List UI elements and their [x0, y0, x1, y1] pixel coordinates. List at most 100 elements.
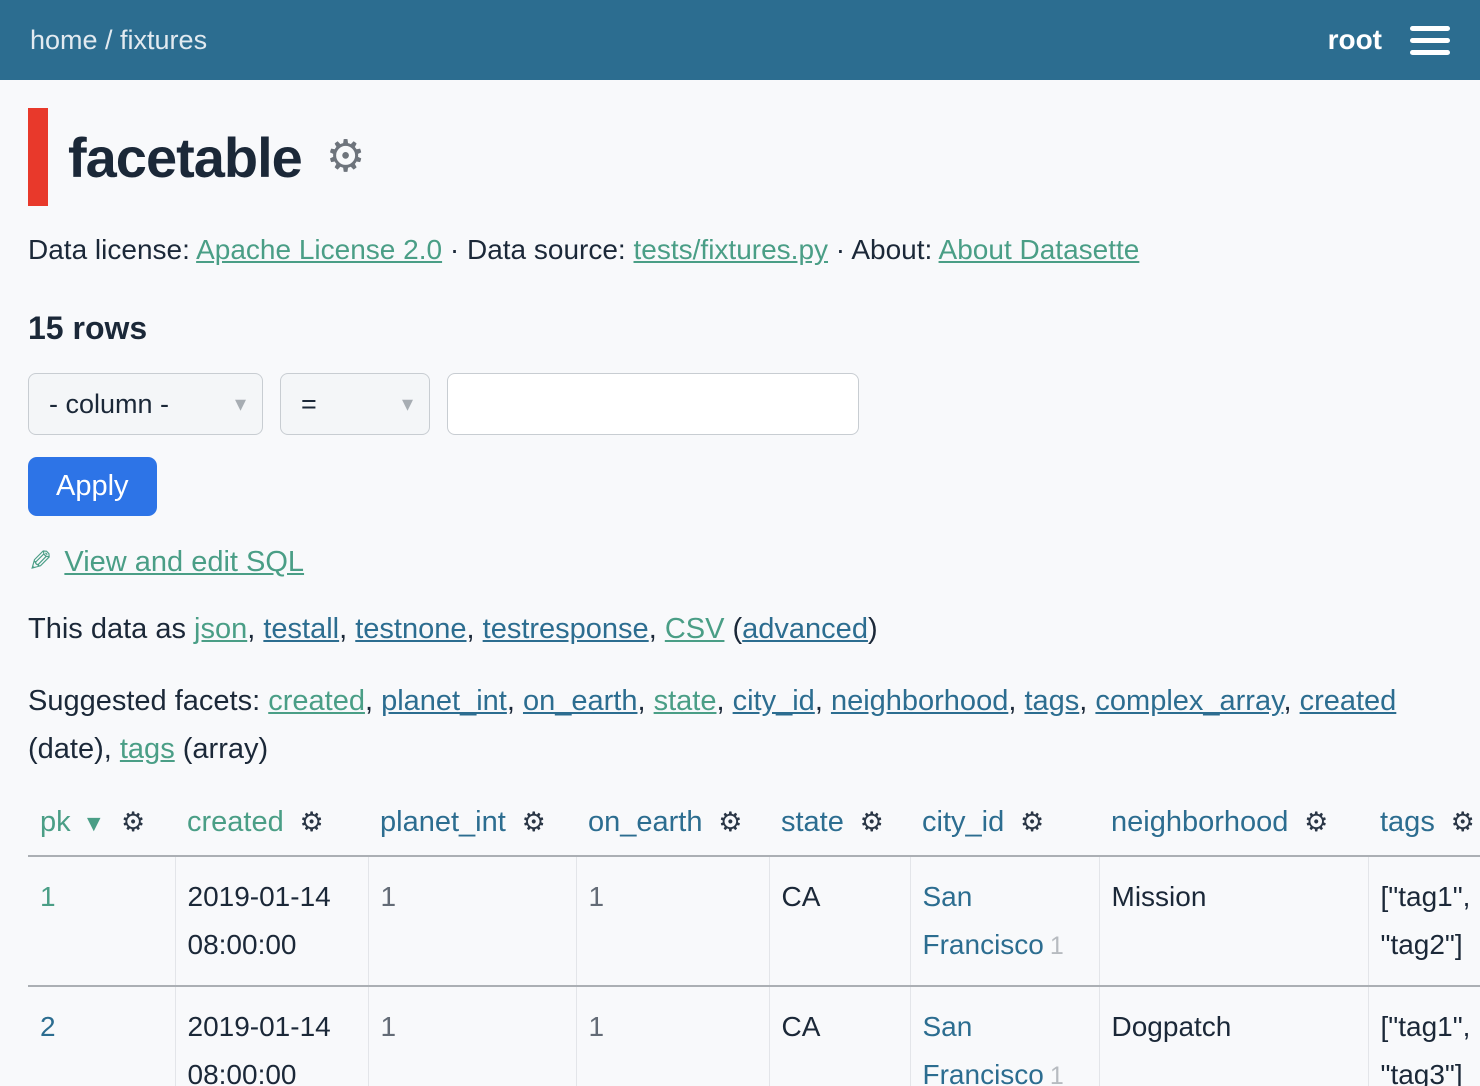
column-header-planet-int: planet_int ⚙ [368, 798, 576, 856]
cell-created: 2019-01-14 08:00:00 [175, 856, 368, 986]
cell-city-id: San Francisco1 [910, 856, 1099, 986]
column-select-value: - column - [49, 389, 169, 420]
column-gear-icon[interactable]: ⚙ [1020, 807, 1044, 837]
export-link-testnone[interactable]: testnone [355, 613, 466, 645]
breadcrumb[interactable]: home / fixtures [30, 25, 207, 56]
sql-link-row: ✎ View and edit SQL [28, 544, 1452, 579]
facets-prefix: Suggested facets: [28, 685, 268, 717]
facet-link[interactable]: state [654, 685, 717, 717]
cell-state: CA [769, 986, 910, 1086]
facet-link[interactable]: city_id [733, 685, 815, 717]
logged-in-user[interactable]: root [1328, 24, 1382, 56]
facet-link[interactable]: on_earth [523, 685, 638, 717]
column-header-link-created[interactable]: created [187, 806, 284, 838]
filter-bar: - column - ▾ = ▾ [28, 373, 1452, 435]
cell-created: 2019-01-14 08:00:00 [175, 986, 368, 1086]
cell-pk: 1 [28, 856, 175, 986]
cell-on-earth: 1 [576, 986, 769, 1086]
column-header-link-city-id[interactable]: city_id [922, 806, 1004, 838]
table-row: 2 2019-01-14 08:00:00 1 1 CA San Francis… [28, 986, 1480, 1086]
top-nav: home / fixtures root [0, 0, 1480, 80]
column-header-link-tags[interactable]: tags [1380, 806, 1435, 838]
cell-on-earth: 1 [576, 856, 769, 986]
column-header-link-pk[interactable]: pk [40, 806, 71, 838]
row-pk-link[interactable]: 1 [40, 881, 56, 912]
export-prefix: This data as [28, 613, 194, 645]
export-link-csv[interactable]: CSV [665, 613, 725, 645]
city-id-number: 1 [1050, 932, 1064, 960]
row-pk-link[interactable]: 2 [40, 1011, 56, 1042]
nav-right: root [1328, 22, 1450, 59]
separator: · [450, 234, 459, 265]
column-gear-icon[interactable]: ⚙ [300, 807, 324, 837]
column-header-link-state[interactable]: state [781, 806, 844, 838]
cell-state: CA [769, 856, 910, 986]
source-label: Data source: [467, 234, 626, 265]
title-accent-bar [28, 108, 48, 206]
cell-planet-int: 1 [368, 986, 576, 1086]
chevron-down-icon: ▾ [235, 391, 246, 417]
column-header-neighborhood: neighborhood ⚙ [1099, 798, 1368, 856]
facet-link[interactable]: created [268, 685, 365, 717]
column-header-link-neighborhood[interactable]: neighborhood [1111, 806, 1288, 838]
page-title: facetable [68, 125, 302, 190]
facet-link[interactable]: complex_array [1095, 685, 1283, 717]
column-header-on-earth: on_earth ⚙ [576, 798, 769, 856]
column-header-city-id: city_id ⚙ [910, 798, 1099, 856]
export-link-testall[interactable]: testall [263, 613, 339, 645]
chevron-down-icon: ▾ [402, 391, 413, 417]
metadata-line: Data license: Apache License 2.0 · Data … [28, 234, 1452, 266]
cell-neighborhood: Mission [1099, 856, 1368, 986]
cell-planet-int: 1 [368, 856, 576, 986]
column-header-tags: tags ⚙ [1368, 798, 1480, 856]
cell-tags: ["tag1", "tag3"] [1368, 986, 1480, 1086]
city-link[interactable]: San Francisco [923, 881, 1044, 960]
sort-desc-icon: ▼ [82, 810, 105, 836]
column-gear-icon[interactable]: ⚙ [860, 807, 884, 837]
column-gear-icon[interactable]: ⚙ [718, 807, 742, 837]
operator-select[interactable]: = ▾ [280, 373, 430, 435]
facet-link[interactable]: tags [1024, 685, 1079, 717]
view-edit-sql-link[interactable]: View and edit SQL [64, 546, 304, 578]
city-link[interactable]: San Francisco [923, 1011, 1044, 1086]
about-link[interactable]: About Datasette [939, 234, 1140, 265]
cell-pk: 2 [28, 986, 175, 1086]
hamburger-menu-icon[interactable] [1410, 22, 1450, 59]
pencil-icon: ✎ [28, 544, 52, 579]
column-gear-icon[interactable]: ⚙ [522, 807, 546, 837]
license-link[interactable]: Apache License 2.0 [196, 234, 442, 265]
column-header-link-planet-int[interactable]: planet_int [380, 806, 506, 838]
apply-button[interactable]: Apply [28, 457, 157, 516]
export-link-json[interactable]: json [194, 613, 247, 645]
cell-tags: ["tag1", "tag2"] [1368, 856, 1480, 986]
export-links-row: This data as json, testall, testnone, te… [28, 613, 1452, 646]
facet-link[interactable]: planet_int [381, 685, 507, 717]
column-header-state: state ⚙ [769, 798, 910, 856]
results-table-wrap: pk ▼ ⚙ created ⚙ planet_int ⚙ on_earth [28, 798, 1480, 1086]
column-gear-icon[interactable]: ⚙ [1451, 807, 1475, 837]
column-gear-icon[interactable]: ⚙ [121, 807, 145, 837]
separator: · [836, 234, 845, 265]
filter-value-input[interactable] [447, 373, 859, 435]
about-label: About: [851, 234, 932, 265]
facet-link[interactable]: tags [120, 733, 175, 765]
city-id-number: 1 [1050, 1062, 1064, 1086]
facet-link[interactable]: created [1300, 685, 1397, 717]
table-row: 1 2019-01-14 08:00:00 1 1 CA San Francis… [28, 856, 1480, 986]
export-link-advanced[interactable]: advanced [742, 613, 868, 645]
column-header-created: created ⚙ [175, 798, 368, 856]
source-link[interactable]: tests/fixtures.py [634, 234, 829, 265]
column-header-pk: pk ▼ ⚙ [28, 798, 175, 856]
row-count: 15 rows [28, 310, 1452, 347]
table-settings-gear-icon[interactable]: ⚙ [326, 135, 365, 179]
license-label: Data license: [28, 234, 190, 265]
results-table: pk ▼ ⚙ created ⚙ planet_int ⚙ on_earth [28, 798, 1480, 1086]
facet-link[interactable]: neighborhood [831, 685, 1008, 717]
column-select[interactable]: - column - ▾ [28, 373, 263, 435]
column-header-link-on-earth[interactable]: on_earth [588, 806, 703, 838]
page-title-block: facetable ⚙ [28, 108, 1452, 206]
main-content: facetable ⚙ Data license: Apache License… [0, 108, 1480, 1086]
column-gear-icon[interactable]: ⚙ [1304, 807, 1328, 837]
export-link-testresponse[interactable]: testresponse [483, 613, 649, 645]
suggested-facets-row: Suggested facets: created, planet_int, o… [28, 678, 1452, 774]
